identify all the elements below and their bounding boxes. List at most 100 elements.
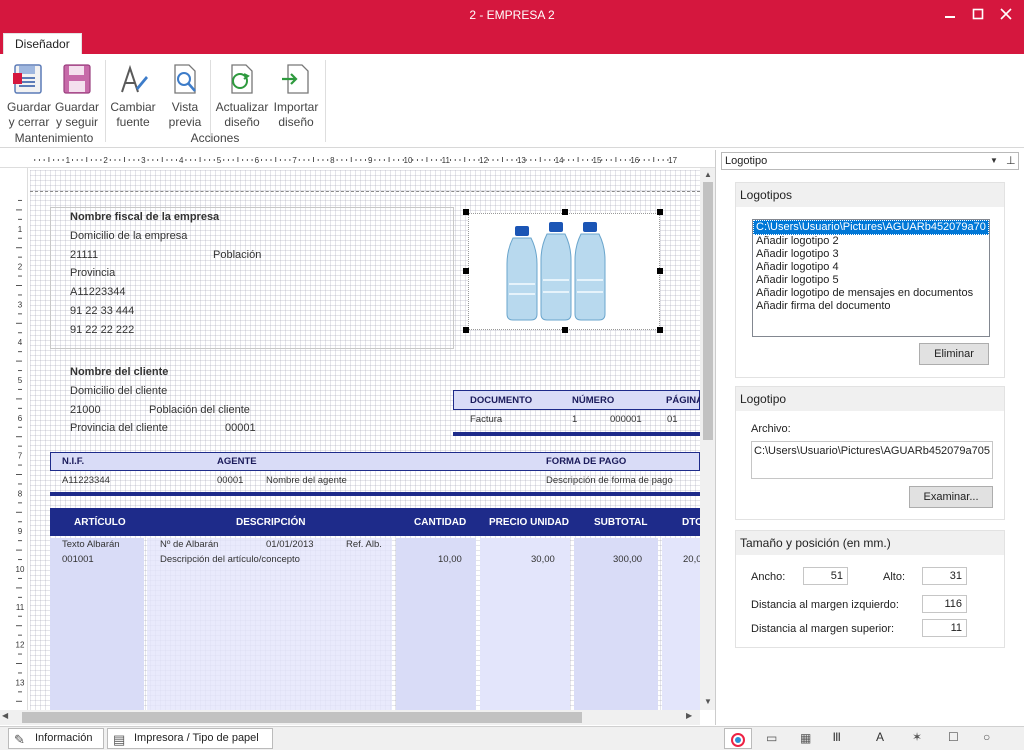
browse-button[interactable]: Examinar... (909, 486, 993, 508)
line-article-code[interactable]: 001001 (62, 554, 94, 565)
line-albaran-number[interactable]: Nº de Albarán (160, 539, 218, 550)
ruler-label: 7 (292, 156, 297, 165)
column-precio[interactable] (480, 538, 570, 710)
left-margin-input[interactable]: 116 (922, 595, 967, 613)
col-header-precio[interactable]: PRECIO UNIDAD (489, 517, 569, 528)
logo-list-item-3[interactable]: Añadir logotipo 3 (753, 248, 989, 261)
line-albaran-date[interactable]: 01/01/2013 (266, 539, 314, 550)
info-agent-code[interactable]: 00001 (217, 475, 243, 486)
horizontal-scrollbar[interactable]: ◀ ▶ (0, 710, 700, 725)
client-address[interactable]: Domicilio del cliente (70, 385, 167, 397)
palette-tool-button[interactable] (724, 728, 752, 749)
change-font-button[interactable]: Cambiar fuente (110, 60, 156, 130)
scroll-left-icon[interactable]: ◀ (2, 711, 14, 720)
tab-informacion[interactable]: ✎ Información (8, 728, 104, 749)
tab-disenador[interactable]: Diseñador (3, 33, 82, 55)
line-discount[interactable]: 20,0 (683, 554, 702, 565)
line-subtotal[interactable]: 300,00 (613, 554, 642, 565)
scroll-up-icon[interactable]: ▲ (702, 170, 714, 180)
client-code[interactable]: 00001 (225, 422, 256, 434)
save-continue-button[interactable]: Guardar y seguir (54, 60, 100, 130)
company-province[interactable]: Provincia (70, 267, 115, 279)
info-agent-name[interactable]: Nombre del agente (266, 475, 347, 486)
info-nif[interactable]: A11223344 (62, 475, 110, 486)
pin-icon[interactable]: ⊥ (1006, 154, 1016, 167)
doc-type[interactable]: Factura (470, 414, 502, 425)
ruler-label: 8 (18, 489, 23, 498)
vertical-scrollbar[interactable]: ▲ ▼ (700, 168, 715, 710)
column-cantidad[interactable] (396, 538, 476, 710)
col-header-cantidad[interactable]: CANTIDAD (414, 517, 466, 528)
logo-list-item-5[interactable]: Añadir logotipo 5 (753, 274, 989, 287)
doc-number[interactable]: 000001 (610, 414, 642, 425)
company-zip[interactable]: 21111 (70, 249, 98, 261)
logo-panel: Logotipo Archivo: C:\Users\Usuario\Pictu… (735, 386, 1005, 520)
chevron-down-icon[interactable]: ▼ (990, 156, 998, 165)
minimize-button[interactable] (938, 4, 962, 24)
company-phone-2[interactable]: 91 22 22 222 (70, 324, 134, 336)
company-city[interactable]: Población (213, 249, 261, 261)
client-name[interactable]: Nombre del cliente (70, 366, 168, 378)
preview-button[interactable]: Vista previa (162, 60, 208, 130)
logo-list-item-4[interactable]: Añadir logotipo 4 (753, 261, 989, 274)
client-province[interactable]: Provincia del cliente (70, 422, 168, 434)
ellipse-tool-icon[interactable]: ○ (983, 730, 990, 744)
logos-list[interactable]: C:\Users\Usuario\Pictures\AGUARb452079a7… (752, 219, 990, 337)
scroll-right-icon[interactable]: ▶ (686, 711, 698, 720)
rectangle-tool-icon[interactable]: ☐ (948, 730, 959, 744)
printer-icon: ▤ (113, 732, 126, 747)
resize-handle[interactable] (657, 268, 663, 274)
logo-image[interactable] (468, 213, 660, 330)
delete-button[interactable]: Eliminar (919, 343, 989, 365)
image-tool-icon[interactable]: ▭ (766, 731, 777, 745)
scroll-down-icon[interactable]: ▼ (702, 697, 714, 707)
width-input[interactable]: 51 (803, 567, 848, 585)
resize-handle[interactable] (463, 209, 469, 215)
element-dropdown[interactable]: Logotipo ▼ ⊥ (721, 152, 1019, 170)
col-header-descripcion[interactable]: DESCRIPCIÓN (236, 517, 305, 528)
company-phone-1[interactable]: 91 22 33 444 (70, 305, 134, 317)
vertical-scroll-thumb[interactable] (703, 182, 713, 440)
logo-list-item-2[interactable]: Añadir logotipo 2 (753, 235, 989, 248)
barcode-tool-icon[interactable]: ||| (833, 731, 841, 741)
height-input[interactable]: 31 (922, 567, 967, 585)
resize-handle[interactable] (463, 268, 469, 274)
logo-list-item-6[interactable]: Añadir logotipo de mensajes en documento… (753, 287, 989, 300)
resize-handle[interactable] (657, 327, 663, 333)
info-payment[interactable]: Descripción de forma de pago (546, 475, 673, 486)
top-margin-input[interactable]: 11 (922, 619, 967, 637)
import-design-button[interactable]: Importar diseño (271, 60, 321, 130)
resize-handle[interactable] (657, 209, 663, 215)
close-button[interactable] (994, 4, 1018, 24)
company-address[interactable]: Domicilio de la empresa (70, 230, 187, 242)
update-design-button[interactable]: Actualizar diseño (215, 60, 269, 130)
horizontal-scroll-thumb[interactable] (22, 712, 582, 723)
resize-handle[interactable] (463, 327, 469, 333)
line-albaran-text[interactable]: Texto Albarán (62, 539, 120, 550)
logo-list-item-1[interactable]: C:\Users\Usuario\Pictures\AGUARb452079a7… (753, 220, 989, 235)
margin-guide (30, 191, 700, 192)
maximize-button[interactable] (966, 4, 990, 24)
doc-series[interactable]: 1 (572, 414, 577, 425)
client-city[interactable]: Población del cliente (149, 404, 250, 416)
tab-impresora[interactable]: ▤ Impresora / Tipo de papel (107, 728, 273, 749)
resize-handle[interactable] (562, 209, 568, 215)
col-header-subtotal[interactable]: SUBTOTAL (594, 517, 648, 528)
line-tool-icon[interactable]: ✶ (912, 730, 922, 744)
line-description[interactable]: Descripción del artículo/concepto (160, 554, 300, 565)
resize-handle[interactable] (562, 327, 568, 333)
logo-list-item-7[interactable]: Añadir firma del documento (753, 300, 989, 313)
design-surface[interactable]: 1 2 3 4 5 6 7 8 9 10 11 12 13 14 15 16 17 1 2 3 4 5 6 7 8 9 10 11 1… (0, 150, 716, 725)
file-path-field[interactable]: C:\Users\Usuario\Pictures\AGUARb452079a7… (751, 441, 993, 479)
client-zip[interactable]: 21000 (70, 404, 101, 416)
company-name[interactable]: Nombre fiscal de la empresa (70, 211, 219, 223)
grid-tool-icon[interactable]: ▦ (800, 731, 811, 745)
line-quantity[interactable]: 10,00 (438, 554, 462, 565)
save-close-button[interactable]: Guardar y cerrar (6, 60, 52, 130)
text-tool-icon[interactable]: A (876, 730, 884, 744)
line-price[interactable]: 30,00 (531, 554, 555, 565)
company-nif[interactable]: A11223344 (70, 286, 125, 298)
line-albaran-ref[interactable]: Ref. Alb. (346, 539, 382, 550)
col-header-articulo[interactable]: ARTÍCULO (74, 517, 126, 528)
doc-page[interactable]: 01 (667, 414, 678, 425)
